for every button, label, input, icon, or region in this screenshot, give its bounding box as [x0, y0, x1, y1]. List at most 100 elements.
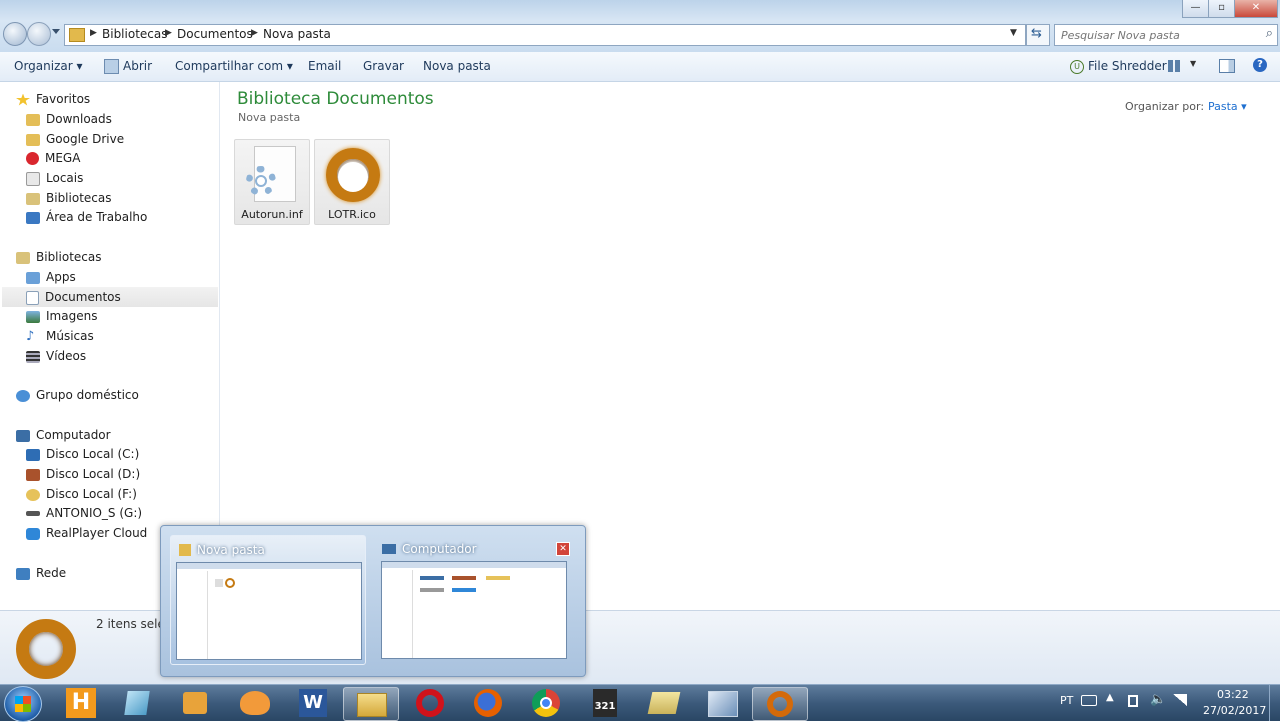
volume-icon[interactable]: 🔈	[1150, 692, 1166, 707]
help-icon[interactable]: ?	[1253, 58, 1267, 72]
safely-remove-hardware-icon[interactable]	[1128, 695, 1138, 707]
network-signal-icon[interactable]	[1173, 694, 1187, 706]
taskbar-thumbnail-popup: Nova pasta Computador ✕	[160, 525, 586, 677]
search-box[interactable]: ⌕	[1054, 24, 1278, 46]
taskbar-app-ring[interactable]	[752, 687, 808, 721]
sidebar-item-downloads[interactable]: Downloads	[26, 110, 112, 129]
maximize-button[interactable]: ▫	[1208, 0, 1235, 18]
taskbar-app-word[interactable]: W	[285, 687, 339, 719]
taskbar-app-firefox[interactable]	[461, 687, 515, 719]
taskbar-app-folder[interactable]	[636, 687, 690, 719]
breadcrumb-nova-pasta[interactable]: Nova pasta	[263, 27, 331, 41]
view-options-icon[interactable]	[1168, 60, 1180, 72]
thumbnail-nova-pasta[interactable]: Nova pasta	[170, 535, 366, 665]
network-icon	[16, 567, 30, 580]
refresh-button[interactable]: ⇆	[1026, 24, 1050, 46]
clock-date[interactable]: 27/02/2017	[1203, 704, 1266, 717]
taskbar-app-music[interactable]	[228, 687, 282, 719]
email-button[interactable]: Email	[308, 59, 341, 73]
organize-button[interactable]: Organizar ▾	[14, 59, 83, 73]
sidebar-item-apps[interactable]: Apps	[26, 268, 76, 287]
thumbnail-computador[interactable]: Computador ✕	[376, 535, 570, 663]
taskbar-app-excel-like[interactable]	[694, 687, 748, 719]
chart-app-icon	[708, 691, 738, 717]
computer-icon	[16, 429, 30, 442]
breadcrumb-separator-icon: ▶	[251, 28, 258, 38]
view-dropdown-icon[interactable]: ▼	[1190, 59, 1196, 68]
sidebar-item-videos[interactable]: Vídeos	[26, 347, 86, 366]
share-button[interactable]: Compartilhar com ▾	[175, 59, 293, 73]
burn-button[interactable]: Gravar	[363, 59, 404, 73]
forward-button[interactable]	[27, 22, 51, 46]
chrome-icon	[532, 689, 560, 717]
sidebar-item-antonio-g[interactable]: ANTONIO_S (G:)	[26, 504, 142, 523]
sidebar-item-documentos[interactable]: Documentos	[26, 288, 121, 307]
sidebar-item-label: ANTONIO_S (G:)	[46, 506, 143, 520]
open-button[interactable]: Abrir	[104, 59, 152, 74]
taskbar-app-notepad[interactable]	[111, 687, 165, 719]
sidebar-item-label: Imagens	[46, 309, 98, 323]
breadcrumb-documentos[interactable]: Documentos	[177, 27, 253, 41]
recent-places-icon	[26, 171, 40, 186]
sidebar-group-favoritos[interactable]: Favoritos	[16, 90, 90, 109]
new-folder-button[interactable]: Nova pasta	[423, 59, 491, 73]
address-bar[interactable]: ▶ Bibliotecas ▶ Documentos ▶ Nova pasta …	[64, 24, 1026, 46]
language-indicator[interactable]: PT	[1060, 694, 1073, 707]
explorer-folder-icon	[357, 693, 387, 717]
clock-time[interactable]: 03:22	[1217, 688, 1249, 701]
sidebar-item-imagens[interactable]: Imagens	[26, 307, 97, 326]
taskbar-app-chrome[interactable]	[519, 687, 573, 719]
computer-icon	[382, 544, 396, 554]
search-icon[interactable]: ⌕	[1266, 26, 1273, 41]
sidebar-item-disco-d[interactable]: Disco Local (D:)	[26, 465, 140, 484]
taskbar-app-explorer[interactable]	[343, 687, 399, 721]
sidebar-item-label: Grupo doméstico	[36, 388, 139, 402]
sidebar-group-computador[interactable]: Computador	[16, 426, 111, 445]
recent-pages-chevron-icon[interactable]	[52, 29, 60, 34]
settings-file-icon	[246, 146, 296, 202]
sidebar-item-locais[interactable]: Locais	[26, 169, 83, 188]
homegroup-icon	[16, 389, 30, 402]
sidebar-item-realplayer-cloud[interactable]: RealPlayer Cloud	[26, 524, 147, 543]
taskbar-app-321-player[interactable]: 321	[577, 687, 631, 719]
sidebar-item-label: MEGA	[45, 151, 81, 165]
bibliotecas-label: Bibliotecas	[36, 250, 102, 264]
taskbar-app-media-player[interactable]	[168, 687, 222, 719]
address-dropdown-icon[interactable]: ▼	[1010, 28, 1017, 38]
show-hidden-icons-chevron-icon[interactable]: ▲	[1106, 692, 1114, 703]
preview-pane-icon[interactable]	[1219, 59, 1235, 73]
arrange-by-dropdown[interactable]: Pasta ▾	[1208, 100, 1247, 113]
open-label: Abrir	[123, 59, 153, 73]
close-button[interactable]: ✕	[1234, 0, 1278, 18]
breadcrumb-separator-icon: ▶	[165, 28, 172, 38]
sidebar-item-rede[interactable]: Rede	[16, 564, 66, 583]
file-item-autorun[interactable]: Autorun.inf	[234, 139, 310, 225]
minimize-button[interactable]: —	[1182, 0, 1209, 18]
sidebar-item-bibliotecas[interactable]: Bibliotecas	[26, 189, 111, 208]
taskbar-app-opera[interactable]	[403, 687, 457, 719]
library-folder-icon	[69, 28, 85, 42]
back-button[interactable]	[3, 22, 27, 46]
sidebar-item-musicas[interactable]: ♪ Músicas	[26, 327, 94, 346]
search-input[interactable]	[1055, 25, 1253, 45]
taskbar-app-h[interactable]: H	[54, 687, 108, 719]
google-drive-folder-icon	[26, 133, 40, 146]
sidebar-item-disco-c[interactable]: Disco Local (C:)	[26, 445, 139, 464]
opera-icon	[416, 689, 444, 717]
breadcrumb-bibliotecas[interactable]: Bibliotecas	[102, 27, 167, 41]
sidebar-item-mega[interactable]: MEGA	[26, 149, 80, 168]
file-item-lotr[interactable]: LOTR.ico	[314, 139, 390, 225]
keyboard-icon[interactable]	[1081, 695, 1097, 706]
desktop-icon	[26, 211, 40, 224]
show-desktop-button[interactable]	[1269, 685, 1280, 721]
sidebar-item-grupo-domestico[interactable]: Grupo doméstico	[16, 386, 139, 405]
close-icon[interactable]: ✕	[556, 542, 570, 556]
start-button[interactable]	[4, 686, 42, 722]
share-label: Compartilhar com	[175, 59, 284, 73]
sidebar-item-disco-f[interactable]: Disco Local (F:)	[26, 485, 137, 504]
sidebar-group-bibliotecas[interactable]: Bibliotecas	[16, 248, 101, 267]
sidebar-item-google-drive[interactable]: Google Drive	[26, 130, 124, 149]
downloads-folder-icon	[26, 113, 40, 126]
file-shredder-button[interactable]: U File Shredder	[1070, 59, 1167, 74]
sidebar-item-desktop[interactable]: Área de Trabalho	[26, 208, 147, 227]
